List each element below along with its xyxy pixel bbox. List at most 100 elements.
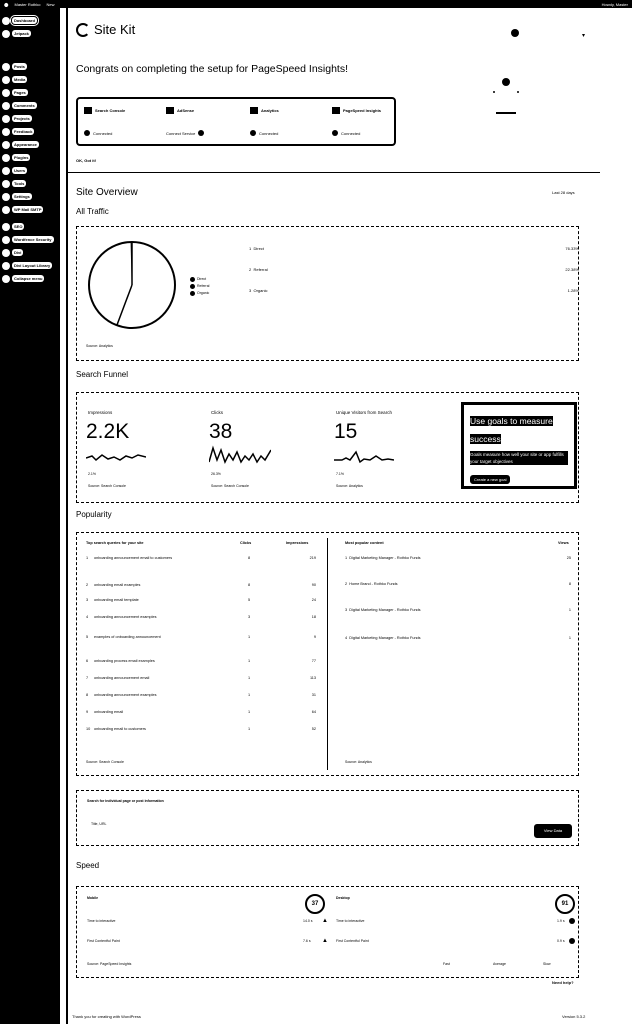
mobile-score: 37 xyxy=(305,894,325,914)
mobile-label: Mobile xyxy=(87,896,99,900)
source-row[interactable]: 1 Direct 76.33% xyxy=(249,246,579,251)
query-row[interactable]: 8 onboarding announcement examples 1 31 xyxy=(86,693,316,697)
page-row[interactable]: 4 Digital Marketing Manager - Rothko Fun… xyxy=(345,636,571,640)
query-row[interactable]: 3 onboarding email template 5 24 xyxy=(86,598,316,602)
sidebar-item-wp-mail-smtp[interactable]: WP Mail SMTP xyxy=(0,203,60,216)
sidebar-item-dashboard[interactable]: Dashboard xyxy=(0,14,60,27)
sidebar-item-feedback[interactable]: Feedback xyxy=(0,125,60,138)
metric-value: 1.9 s xyxy=(557,919,565,923)
howdy-link[interactable]: Howdy, Master xyxy=(602,2,628,7)
goals-text: Goals measure how well your site or app … xyxy=(470,451,568,465)
search-input[interactable]: Title, URL xyxy=(91,822,106,826)
menu-icon xyxy=(2,222,10,231)
menu-icon xyxy=(2,274,10,283)
sidebar-item-media[interactable]: Media xyxy=(0,73,60,86)
service-name: AdSense xyxy=(177,108,195,113)
connect-service-link[interactable]: Connect Service xyxy=(166,131,195,136)
sidebar-item-seo[interactable]: SEO xyxy=(0,220,60,233)
status-dot xyxy=(198,130,205,136)
query-text: examples of onboarding announcement xyxy=(94,635,161,639)
query-row[interactable]: 7 onboarding announcement email 1 113 xyxy=(86,676,316,680)
source-row[interactable]: 3 Organic 1.28% xyxy=(249,288,579,293)
date-range-select[interactable]: Last 28 days xyxy=(552,190,575,195)
clicks-source[interactable]: Source: Search Console xyxy=(211,484,249,488)
dismiss-button[interactable]: OK, Got it! xyxy=(76,158,96,163)
query-text: onboarding email template xyxy=(94,598,139,602)
sidebar-item-label: Projects xyxy=(12,115,32,122)
source-name: Direct xyxy=(253,246,264,251)
legend-item: Referral xyxy=(190,283,209,290)
clicks-header: Clicks xyxy=(240,541,252,545)
source-row[interactable]: 2 Referral 22.38% xyxy=(249,267,579,272)
sidebar-item-projects[interactable]: Projects xyxy=(0,112,60,125)
service-search-console: Search Console Connected xyxy=(84,107,159,141)
menu-icon xyxy=(2,192,10,201)
legend-label: Organic xyxy=(197,291,210,295)
service-name: Analytics xyxy=(261,108,279,113)
sidebar-item-divi[interactable]: Divi xyxy=(0,246,60,259)
query-row[interactable]: 5 examples of onboarding announcement 1 9 xyxy=(86,635,316,639)
admin-sidebar: Dashboard Jetpack Posts Media Pages Comments P… xyxy=(0,8,60,1024)
menu-icon xyxy=(2,179,10,188)
footer-thanks: Thank you for creating with WordPress xyxy=(72,1014,141,1019)
sidebar-item-appearance[interactable]: Appearance xyxy=(0,138,60,151)
sidebar-item-plugins[interactable]: Plugins xyxy=(0,151,60,164)
impressions-value: 2.2K xyxy=(86,420,130,443)
service-analytics: Analytics Connected xyxy=(250,107,325,141)
menu-icon xyxy=(2,153,10,162)
view-data-button[interactable]: View Data xyxy=(534,824,572,838)
menu-icon xyxy=(2,235,10,244)
more-menu-icon[interactable]: ▾ xyxy=(582,32,585,39)
warning-icon: ▲ xyxy=(322,938,328,944)
query-impressions: 24 xyxy=(311,598,316,602)
impressions-change: 2.1% xyxy=(88,472,96,476)
pagespeed-icon xyxy=(332,107,340,114)
page-row[interactable]: 3 Digital Marketing Manager - Rothko Fun… xyxy=(345,608,571,612)
queries-source-link[interactable]: Source: Search Console xyxy=(86,760,124,764)
page-row[interactable]: 1 Digital Marketing Manager - Rothko Fun… xyxy=(345,556,571,560)
traffic-source-link[interactable]: Source: Analytics xyxy=(86,344,113,348)
sidebar-item-pages[interactable]: Pages xyxy=(0,86,60,99)
sidebar-item-tools[interactable]: Tools xyxy=(0,177,60,190)
sidebar-item-wordfence-security[interactable]: Wordfence Security xyxy=(0,233,60,246)
menu-icon xyxy=(2,16,10,25)
query-row[interactable]: 1 onboarding announcement email to custom… xyxy=(86,556,316,560)
page-title: Digital Marketing Manager - Rothko Funds xyxy=(349,636,421,640)
impressions-header: Impressions xyxy=(286,541,309,545)
need-help-link[interactable]: Need help? xyxy=(552,980,574,985)
footer-version: Version 5.3.2 xyxy=(562,1014,586,1019)
visitors-source[interactable]: Source: Analytics xyxy=(336,484,363,488)
sidebar-item-jetpack[interactable]: Jetpack xyxy=(0,27,60,40)
pages-source-link[interactable]: Source: Analytics xyxy=(345,760,372,764)
impressions-source[interactable]: Source: Search Console xyxy=(88,484,126,488)
sidebar-item-label: Users xyxy=(12,167,28,174)
sidebar-item-posts[interactable]: Posts xyxy=(0,60,60,73)
wordpress-icon[interactable]: ⬤ xyxy=(4,2,8,7)
create-goal-button[interactable]: Create a new goal xyxy=(470,475,511,484)
sidebar-item-label: Comments xyxy=(12,102,37,109)
speed-source-link[interactable]: Source: PageSpeed Insights xyxy=(87,962,131,966)
query-row[interactable]: 2 onboarding email examples 8 90 xyxy=(86,583,316,587)
clicks-change: 26.3% xyxy=(211,472,221,476)
query-text: onboarding process email examples xyxy=(94,659,155,663)
query-clicks: 1 xyxy=(248,727,251,731)
sidebar-item-comments[interactable]: Comments xyxy=(0,99,60,112)
site-name-link[interactable]: Master Rothko xyxy=(14,2,40,7)
good-status-icon xyxy=(569,918,575,924)
page-title: Digital Marketing Manager - Rothko Funds xyxy=(349,608,421,612)
sidebar-item-collapse-menu[interactable]: Collapse menu xyxy=(0,272,60,285)
query-row[interactable]: 10 onboarding email to customers 1 52 xyxy=(86,727,316,731)
service-pagespeed: PageSpeed Insights Connected xyxy=(332,107,392,141)
sidebar-item-label: Dashboard xyxy=(10,15,39,26)
sidebar-item-divi-layout-library[interactable]: Divi Layout Library xyxy=(0,259,60,272)
query-row[interactable]: 4 onboarding announcement examples 3 18 xyxy=(86,615,316,619)
query-row[interactable]: 6 onboarding process email examples 1 77 xyxy=(86,659,316,663)
metric-label: Clicks xyxy=(211,410,223,415)
sidebar-item-users[interactable]: Users xyxy=(0,164,60,177)
new-content-link[interactable]: New xyxy=(47,2,55,7)
help-icon[interactable] xyxy=(511,29,519,37)
status-dot xyxy=(250,130,256,136)
query-row[interactable]: 9 onboarding email 1 64 xyxy=(86,710,316,714)
page-row[interactable]: 2 Home Brand - Rothko Funds 8 xyxy=(345,582,571,586)
sidebar-item-settings[interactable]: Settings xyxy=(0,190,60,203)
